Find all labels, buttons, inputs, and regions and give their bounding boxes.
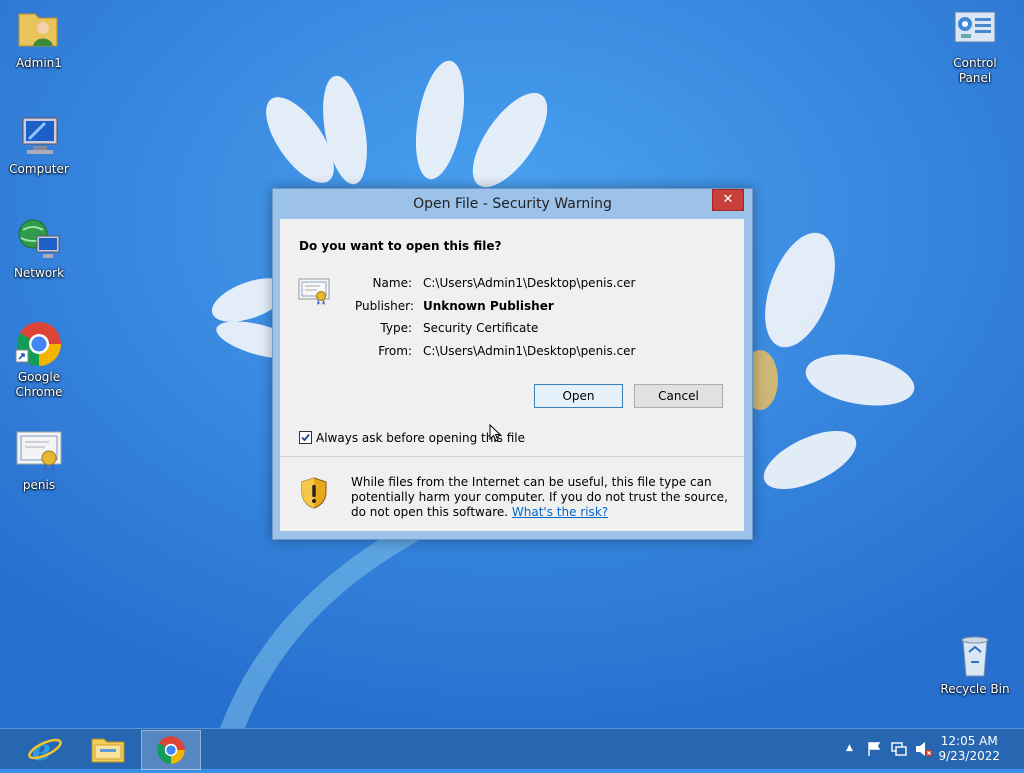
network-tray-icon[interactable] [891, 741, 907, 757]
show-hidden-icons-chevron-icon[interactable]: ▲ [846, 743, 853, 753]
desktop-icon-label: Recycle Bin [940, 682, 1010, 696]
checkbox-box[interactable] [299, 431, 312, 444]
warning-message: While files from the Internet can be use… [351, 475, 731, 520]
desktop-icon-computer[interactable]: Computer [1, 112, 77, 177]
checkmark-icon [301, 433, 310, 442]
network-icon [15, 216, 63, 264]
cancel-button[interactable]: Cancel [634, 384, 723, 408]
desktop-icon-control-panel[interactable]: Control Panel [937, 6, 1013, 86]
divider [280, 456, 744, 457]
desktop-icon-label: Computer [9, 162, 69, 176]
desktop-icon-recycle-bin[interactable]: Recycle Bin [937, 632, 1013, 697]
volume-muted-icon[interactable] [915, 741, 933, 757]
security-warning-dialog: Open File - Security Warning ✕ Do you wa… [272, 188, 753, 540]
system-clock[interactable]: 12:05 AM 9/23/2022 [938, 734, 1000, 764]
control-panel-icon [951, 6, 999, 54]
mouse-cursor-icon [489, 424, 501, 442]
desktop-icon-penis-cer[interactable]: penis [1, 428, 77, 493]
taskbar-file-explorer[interactable] [79, 730, 137, 768]
desktop-icon-label: Admin1 [16, 56, 62, 70]
property-label: Type: [380, 321, 412, 335]
desktop-icon-network[interactable]: Network [1, 216, 77, 281]
certificate-icon [15, 428, 63, 476]
close-icon: ✕ [722, 192, 734, 207]
close-button[interactable]: ✕ [712, 189, 744, 211]
clock-date: 9/23/2022 [938, 749, 1000, 763]
file-explorer-icon [91, 738, 125, 763]
warning-shield-icon [300, 477, 328, 513]
desktop-icon-admin1[interactable]: Admin1 [1, 6, 77, 71]
property-value: C:\Users\Admin1\Desktop\penis.cer [423, 343, 636, 358]
taskbar: e ▲ 12:05 AM 9/23/2022 [0, 728, 1024, 770]
dialog-content: Do you want to open this file? Name: C:\… [280, 219, 744, 531]
taskbar-google-chrome[interactable] [141, 730, 201, 770]
desktop-icon-label: Network [13, 266, 65, 280]
internet-explorer-icon: e [28, 733, 62, 768]
recycle-bin-icon [951, 632, 999, 680]
property-value: C:\Users\Admin1\Desktop\penis.cer [423, 276, 636, 290]
desktop-icon-label: Control Panel [953, 56, 997, 85]
taskbar-internet-explorer[interactable]: e [16, 730, 74, 768]
property-label: From: [378, 343, 412, 358]
property-value: Security Certificate [423, 321, 539, 335]
dialog-question: Do you want to open this file? [299, 239, 502, 253]
chrome-icon [157, 736, 185, 764]
action-center-flag-icon[interactable] [866, 741, 882, 757]
file-certificate-icon [298, 277, 332, 311]
property-label: Publisher: [355, 298, 414, 313]
clock-time: 12:05 AM [940, 734, 998, 748]
desktop-icon-label: penis [22, 478, 56, 492]
open-button[interactable]: Open [534, 384, 623, 408]
desktop-icon-google-chrome[interactable]: Google Chrome [1, 320, 77, 400]
chrome-icon [15, 320, 63, 368]
property-label: Name: [372, 276, 412, 290]
property-value: Unknown Publisher [423, 298, 554, 313]
user-folder-icon [15, 6, 63, 54]
dialog-titlebar[interactable]: Open File - Security Warning ✕ [273, 189, 752, 219]
whats-the-risk-link[interactable]: What's the risk? [512, 505, 608, 519]
desktop-icon-label: Google Chrome [15, 370, 63, 399]
computer-icon [15, 112, 63, 160]
dialog-title: Open File - Security Warning [413, 196, 612, 212]
